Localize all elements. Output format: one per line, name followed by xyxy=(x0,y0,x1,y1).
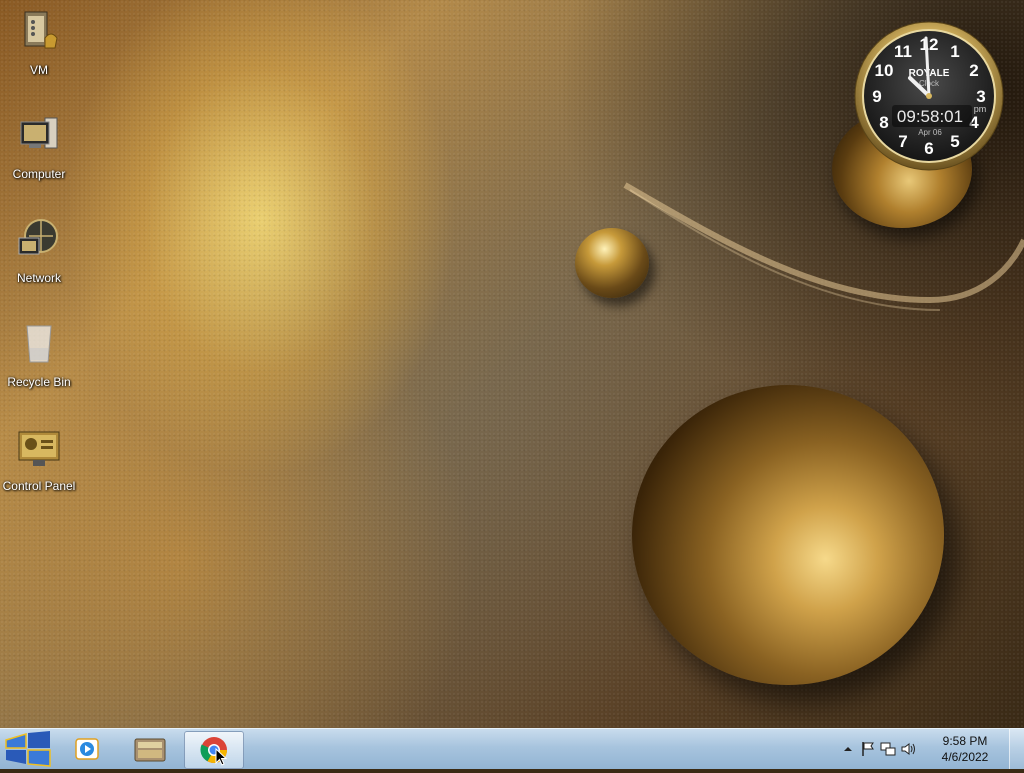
start-button[interactable] xyxy=(2,730,54,768)
taskbar-file-manager[interactable] xyxy=(121,731,179,767)
desktop-icon-vm[interactable]: VM xyxy=(1,8,77,77)
show-desktop-button[interactable] xyxy=(1009,729,1024,769)
media-player-icon xyxy=(75,738,99,760)
clock-numeral: 1 xyxy=(950,42,959,61)
taskbar: 9:58 PM 4/6/2022 xyxy=(0,728,1024,769)
clock-numeral: 11 xyxy=(894,42,912,61)
clock-numeral: 9 xyxy=(872,87,881,106)
desktop-icon-control-panel[interactable]: Control Panel xyxy=(1,424,77,493)
desktop-icon-label: Recycle Bin xyxy=(7,375,71,389)
clock-numeral: 7 xyxy=(898,132,907,151)
desktop-icon-label: VM xyxy=(30,63,48,77)
network-icon xyxy=(18,219,58,255)
clock-numeral: 5 xyxy=(950,132,959,151)
network-tray-icon[interactable] xyxy=(880,741,896,757)
control-panel-icon xyxy=(18,431,60,466)
desktop-icon-label: Control Panel xyxy=(2,479,76,493)
vm-folder-icon xyxy=(24,11,58,49)
taskbar-date: 4/6/2022 xyxy=(941,750,989,764)
clock-numeral: 6 xyxy=(924,139,933,158)
clock-numeral: 10 xyxy=(875,61,894,80)
wallpaper-small-sphere xyxy=(575,228,649,298)
desktop-icon-computer[interactable]: Computer xyxy=(1,112,77,181)
action-center-flag-icon[interactable] xyxy=(860,741,876,757)
clock-date: Apr 06 xyxy=(918,128,942,137)
taskbar-clock[interactable]: 9:58 PM 4/6/2022 xyxy=(930,733,1000,765)
taskbar-time: 9:58 PM xyxy=(942,734,988,748)
show-hidden-icons-icon[interactable] xyxy=(840,741,856,757)
desktop-icon-network[interactable]: Network xyxy=(1,216,77,285)
clock-ampm: pm xyxy=(974,104,987,114)
clock-gadget[interactable]: 121234567891011 ROYALE Clock 09:58:01 pm… xyxy=(850,20,1008,172)
taskbar-chrome[interactable] xyxy=(184,731,244,769)
windows-orb-icon xyxy=(5,731,51,767)
desktop-icon-recycle-bin[interactable]: Recycle Bin xyxy=(1,320,77,389)
mouse-cursor-icon xyxy=(215,748,228,766)
wallpaper-large-sphere xyxy=(632,385,944,685)
computer-icon xyxy=(20,117,58,149)
volume-icon[interactable] xyxy=(900,741,916,757)
clock-numeral: 8 xyxy=(879,113,888,132)
desktop-icon-label: Network xyxy=(16,271,61,285)
recycle-bin-icon xyxy=(26,325,52,363)
taskbar-media-player[interactable] xyxy=(58,731,116,767)
file-manager-icon xyxy=(134,738,166,762)
system-tray: 9:58 PM 4/6/2022 xyxy=(834,729,1024,769)
clock-numeral: 2 xyxy=(969,61,978,80)
clock-digital-time: 09:58:01 xyxy=(897,107,963,126)
clock-numeral: 12 xyxy=(920,35,939,54)
desktop-icon-label: Computer xyxy=(12,167,66,181)
